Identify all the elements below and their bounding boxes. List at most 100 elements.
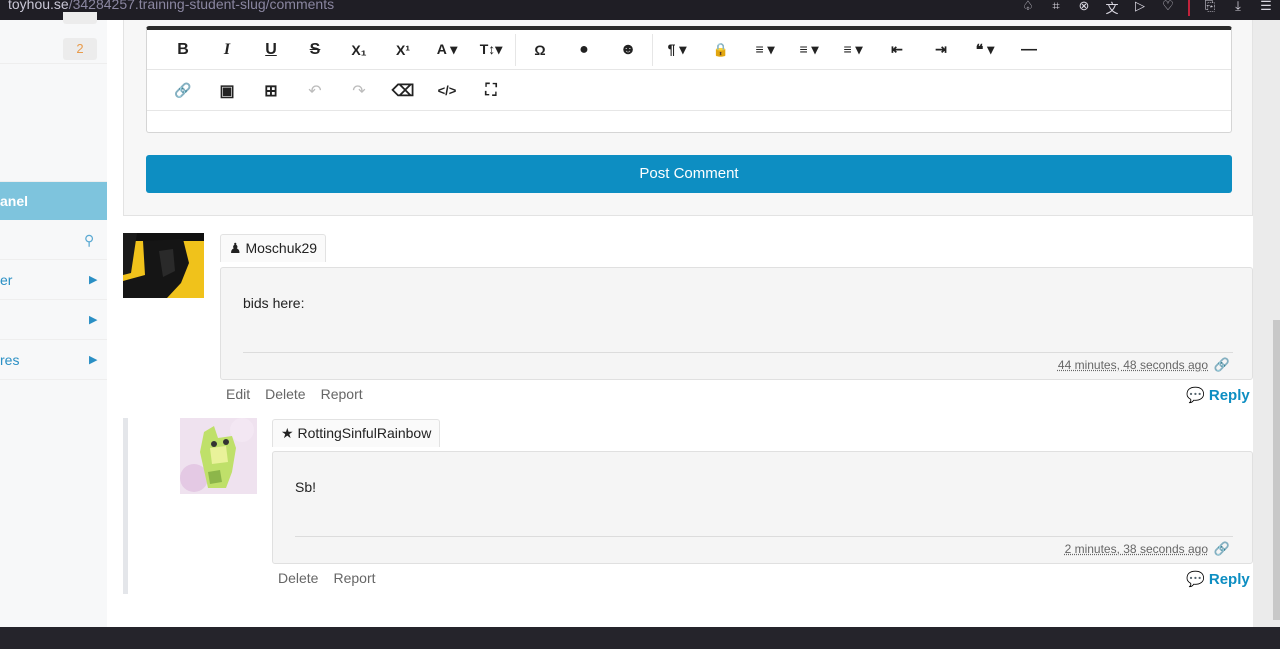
edit-link[interactable]: Edit <box>226 386 250 402</box>
thread-indent-bar <box>123 418 128 594</box>
speech-bubble-icon: 💬 <box>1186 387 1205 404</box>
chevron-right-icon: ▶ <box>89 314 98 326</box>
undo-icon[interactable]: ↶ <box>293 75 337 107</box>
underline-button[interactable]: U <box>249 34 293 66</box>
link-icon[interactable]: 🔗 <box>161 75 205 107</box>
sidebar-item-2[interactable]: ▶ <box>0 300 107 340</box>
sidebar-panel-header: anel <box>0 182 107 220</box>
chevron-right-icon: ▶ <box>89 274 98 286</box>
download-icon[interactable]: ⤓ <box>1230 0 1246 17</box>
editor-toolbar-row-2: 🔗 ▣ ⊞ ↶ ↷ ⌫ </> ⛶ <box>147 71 1231 111</box>
crop-icon[interactable]: ⌗ <box>1048 0 1064 17</box>
special-char-button[interactable]: Ω <box>518 34 562 66</box>
unordered-list-button[interactable]: ≡ ▾ <box>831 34 875 66</box>
comment-body: bids here: 44 minutes, 48 seconds ago 🔗 <box>220 267 1253 380</box>
report-link[interactable]: Report <box>333 570 375 586</box>
eraser-icon[interactable]: ⌫ <box>381 75 425 107</box>
sidebar-item-1[interactable]: er ▶ <box>0 260 107 300</box>
delete-link[interactable]: Delete <box>278 570 318 586</box>
editor-toolbar-row-1: B I U S X₁ X¹ A ▾ T↕▾ Ω ● ☻ ¶ ▾ 🔒 ≡ ▾ ≡ … <box>147 30 1231 70</box>
sidebar-badge-top <box>63 12 97 24</box>
reply-button[interactable]: 💬 Reply <box>1186 570 1250 588</box>
comment-actions: Edit Delete Report <box>226 386 363 402</box>
comment-timestamp[interactable]: 44 minutes, 48 seconds ago <box>1058 358 1208 372</box>
avatar[interactable] <box>180 418 257 494</box>
comment-username: RottingSinfulRainbow <box>297 425 432 441</box>
reply-label: Reply <box>1208 571 1250 588</box>
subscript-button[interactable]: X₁ <box>337 34 381 66</box>
close-circle-icon[interactable]: ⊗ <box>1076 0 1092 17</box>
reply-label: Reply <box>1208 387 1250 404</box>
strikethrough-button[interactable]: S <box>293 34 337 66</box>
sidebar-item-pin[interactable]: ⚲ <box>0 220 107 260</box>
rich-text-editor[interactable]: B I U S X₁ X¹ A ▾ T↕▾ Ω ● ☻ ¶ ▾ 🔒 ≡ ▾ ≡ … <box>146 26 1232 133</box>
report-link[interactable]: Report <box>321 386 363 402</box>
bell-icon[interactable]: ♤ <box>1020 0 1036 17</box>
translate-icon[interactable]: 文 <box>1104 0 1120 17</box>
font-color-button[interactable]: A ▾ <box>425 34 469 66</box>
sidebar-badge-row[interactable]: 2 <box>0 12 107 64</box>
fullscreen-icon[interactable]: ⛶ <box>469 75 513 107</box>
scrollbar-thumb[interactable] <box>1273 320 1280 620</box>
speech-bubble-icon: 💬 <box>1186 571 1205 588</box>
reply-button[interactable]: 💬 Reply <box>1186 386 1250 404</box>
browser-top-bar: toyhou.se/34284257.training-student-slug… <box>0 0 1280 20</box>
sidebar-count-badge: 2 <box>63 38 97 60</box>
permalink-icon[interactable]: 🔗 <box>1214 541 1230 557</box>
ink-drop-icon[interactable]: ● <box>562 34 606 66</box>
url-bar[interactable]: toyhou.se/34284257.training-student-slug… <box>8 0 334 12</box>
sidebar-item-label: er <box>0 272 13 288</box>
redo-icon[interactable]: ↷ <box>337 75 381 107</box>
table-icon[interactable]: ⊞ <box>249 75 293 107</box>
sidebar-item-3[interactable]: res ▶ <box>0 340 107 380</box>
page-scrollbar[interactable] <box>1253 20 1280 627</box>
permalink-icon[interactable]: 🔗 <box>1214 357 1230 373</box>
url-host: toyhou.se <box>8 0 69 12</box>
code-view-icon[interactable]: </> <box>425 75 469 107</box>
avatar-image <box>180 418 257 494</box>
image-icon[interactable]: ▣ <box>205 75 249 107</box>
superscript-button[interactable]: X¹ <box>381 34 425 66</box>
toolbar-divider <box>652 33 653 66</box>
emoji-icon[interactable]: ☻ <box>606 34 650 66</box>
post-comment-button[interactable]: Post Comment <box>146 155 1232 193</box>
star-icon: ★ <box>281 425 294 441</box>
comment-divider <box>295 536 1233 537</box>
comment-username: Moschuk29 <box>245 240 318 256</box>
avatar-image <box>123 233 204 298</box>
lock-icon[interactable]: 🔒 <box>699 34 743 66</box>
heart-icon[interactable]: ♡ <box>1160 0 1176 17</box>
browser-toolbar: ♤ ⌗ ⊗ 文 ▷ ♡ ⎘ ⤓ ☰ <box>1020 0 1274 17</box>
comment-timestamp[interactable]: 2 minutes, 38 seconds ago <box>1065 542 1208 556</box>
comment-text: Sb! <box>295 479 317 495</box>
sidebar-item-label: res <box>0 352 20 368</box>
avatar[interactable] <box>123 233 204 298</box>
menu-icon[interactable]: ☰ <box>1258 0 1274 17</box>
align-button[interactable]: ≡ ▾ <box>743 34 787 66</box>
sidebar-spacer <box>0 64 107 182</box>
quote-button[interactable]: ❝ ▾ <box>963 34 1007 66</box>
font-size-button[interactable]: T↕▾ <box>469 34 513 66</box>
chevron-right-icon: ▶ <box>89 354 98 366</box>
comment-body: Sb! 2 minutes, 38 seconds ago 🔗 <box>272 451 1253 564</box>
comment-username-tag[interactable]: ♟ Moschuk29 <box>220 234 327 262</box>
comment-username-tag[interactable]: ★ RottingSinfulRainbow <box>272 419 441 447</box>
comment-form-panel: B I U S X₁ X¹ A ▾ T↕▾ Ω ● ☻ ¶ ▾ 🔒 ≡ ▾ ≡ … <box>123 20 1253 216</box>
outdent-button[interactable]: ⇤ <box>875 34 919 66</box>
bold-button[interactable]: B <box>161 34 205 66</box>
paragraph-button[interactable]: ¶ ▾ <box>655 34 699 66</box>
bottom-bar <box>0 627 1280 649</box>
url-path: /34284257.training-student-slug/comments <box>68 0 335 12</box>
toolbar-divider <box>1188 0 1190 16</box>
horizontal-rule-button[interactable]: — <box>1007 34 1051 66</box>
send-icon[interactable]: ▷ <box>1132 0 1148 17</box>
italic-button[interactable]: I <box>205 34 249 66</box>
account-icon[interactable]: ⎘ <box>1202 0 1218 17</box>
toolbar-divider <box>515 33 516 66</box>
comment-actions: Delete Report <box>278 570 376 586</box>
delete-link[interactable]: Delete <box>265 386 305 402</box>
pin-icon[interactable]: ⚲ <box>84 220 94 260</box>
user-icon: ♟ <box>229 240 242 256</box>
ordered-list-button[interactable]: ≡ ▾ <box>787 34 831 66</box>
indent-button[interactable]: ⇥ <box>919 34 963 66</box>
